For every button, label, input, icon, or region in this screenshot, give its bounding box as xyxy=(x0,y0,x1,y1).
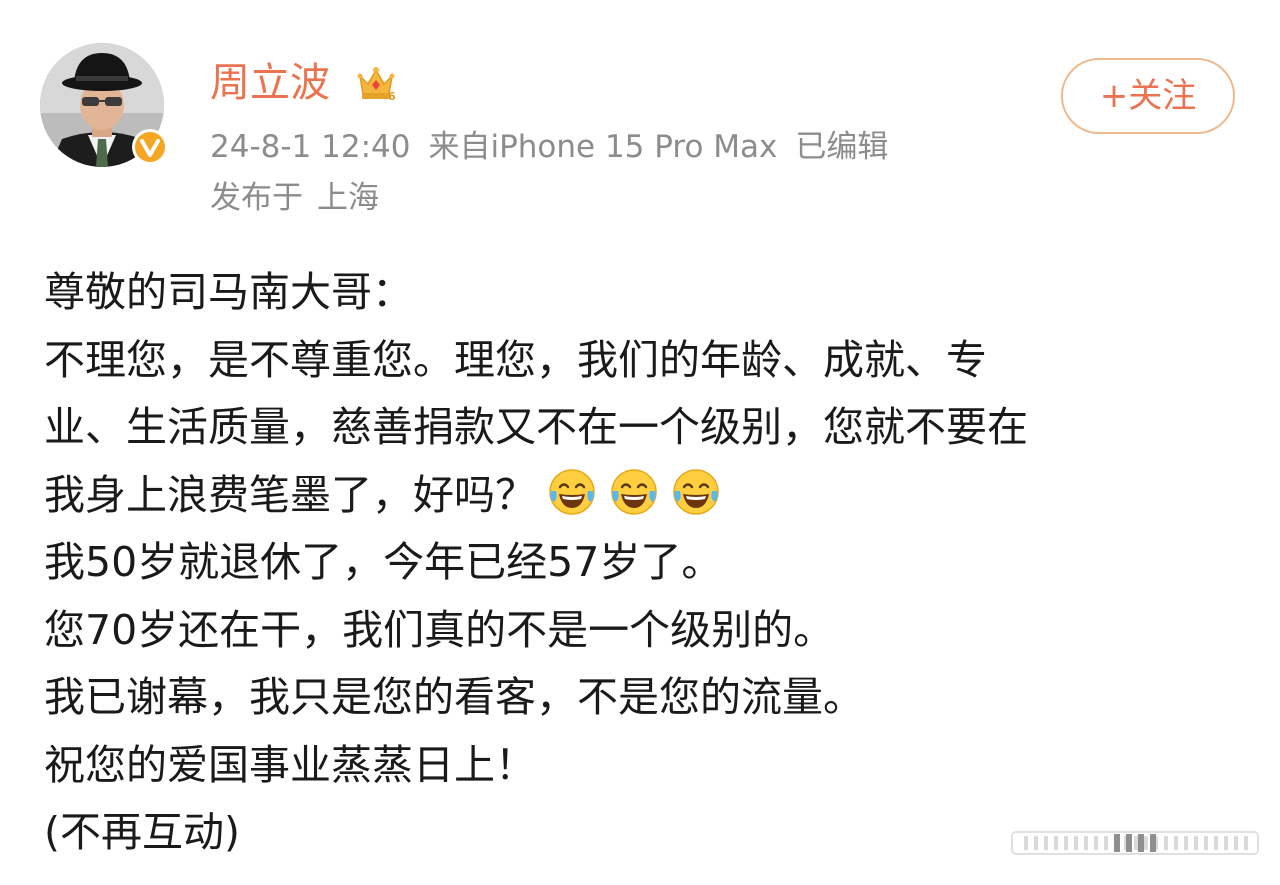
verified-icon xyxy=(130,127,170,167)
post-body: 尊敬的司马南大哥： 不理您，是不尊重您。理您，我们的年龄、成就、专 业、生活质量… xyxy=(44,259,1234,867)
watermark-logo xyxy=(1010,828,1260,858)
follow-button[interactable]: +关注 xyxy=(1061,58,1235,134)
post-line: 您70岁还在干，我们真的不是一个级别的。 xyxy=(44,605,835,654)
post-line-text: 我身上浪费笔墨了，好吗？ xyxy=(44,470,536,519)
laughing-tears-icon xyxy=(670,466,722,518)
laughing-tears-icon xyxy=(608,466,660,518)
svg-text:6: 6 xyxy=(388,90,396,103)
post-edited-label[interactable]: 已编辑 xyxy=(795,129,888,165)
crown-icon: 6 xyxy=(354,60,398,104)
laughing-tears-icon xyxy=(546,466,598,518)
post-location: 发布于 上海 xyxy=(210,177,393,219)
post-line: 我50岁就退休了，今年已经57岁了。 xyxy=(44,538,723,586)
post-line: 我已谢幕，我只是您的看客，不是您的流量。 xyxy=(44,673,864,721)
location-label: 发布于 xyxy=(210,180,303,216)
post-line: 不理您，是不尊重您。理您，我们的年龄、成就、专 xyxy=(44,335,987,384)
post-line: 祝您的爱国事业蒸蒸日上！ xyxy=(44,740,536,789)
post-meta: 24-8-1 12:40 来自iPhone 15 Pro Max 已编辑 xyxy=(210,126,906,168)
post-line: 尊敬的司马南大哥： xyxy=(44,268,413,316)
post-source: 来自iPhone 15 Pro Max xyxy=(428,129,778,165)
author-name[interactable]: 周立波 xyxy=(210,57,330,109)
post-line: 业、生活质量，慈善捐款又不在一个级别，您就不要在 xyxy=(44,403,1028,451)
author-avatar-container[interactable] xyxy=(40,43,168,169)
location-value: 上海 xyxy=(317,180,379,216)
post-line-with-emojis: 我身上浪费笔墨了，好吗？ xyxy=(44,462,1234,530)
post-timestamp: 24-8-1 12:40 xyxy=(210,129,411,165)
